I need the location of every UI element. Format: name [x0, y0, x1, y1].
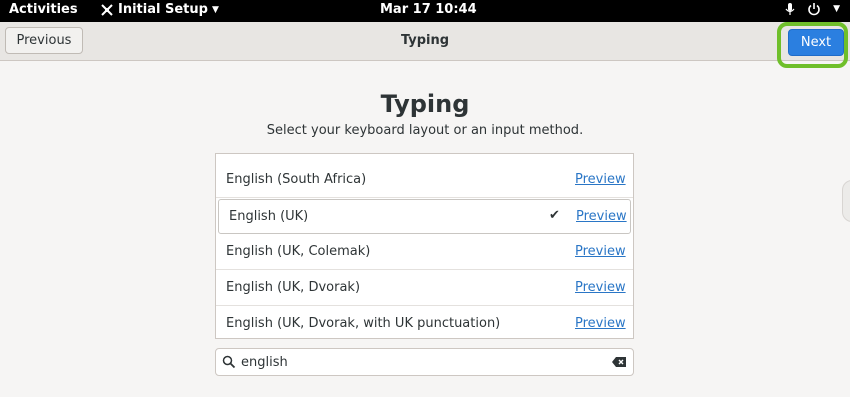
- header-title: Typing: [400, 33, 450, 48]
- system-menu[interactable]: ▼: [785, 2, 840, 16]
- preview-link[interactable]: Preview: [576, 209, 627, 224]
- preview-link[interactable]: Preview: [575, 280, 626, 295]
- layout-name: English (South Africa): [226, 172, 367, 187]
- layout-name: English (UK, Colemak): [226, 244, 371, 259]
- activities-button[interactable]: Activities: [9, 2, 78, 17]
- top-bar: Activities Initial Setup ▼ Mar 17 10:44 …: [0, 0, 850, 22]
- layout-name: English (UK): [229, 209, 309, 224]
- page-title: Typing: [380, 90, 470, 118]
- chevron-down-icon: ▼: [211, 4, 219, 15]
- clock[interactable]: Mar 17 10:44: [380, 2, 477, 17]
- clear-icon[interactable]: [611, 355, 627, 369]
- power-icon: [808, 3, 820, 16]
- search-icon: [222, 355, 236, 369]
- preview-link[interactable]: Preview: [575, 172, 626, 187]
- preview-link[interactable]: Preview: [575, 316, 626, 331]
- tools-icon: [101, 3, 113, 16]
- layout-name: English (UK, Dvorak, with UK punctuation…: [226, 316, 501, 331]
- list-item[interactable]: English (South Africa) Preview: [216, 163, 633, 198]
- app-menu[interactable]: Initial Setup ▼: [100, 2, 219, 17]
- scroll-handle[interactable]: [842, 180, 850, 222]
- page-subtitle: Select your keyboard layout or an input …: [266, 123, 584, 138]
- checkmark-icon: ✔: [549, 208, 560, 223]
- app-name: Initial Setup: [118, 2, 208, 17]
- list-item[interactable]: English (UK, Colemak) Preview: [216, 235, 633, 270]
- search-input[interactable]: english: [241, 355, 288, 370]
- next-button[interactable]: Next: [788, 29, 844, 56]
- list-item[interactable]: English (UK, Dvorak) Preview: [216, 271, 633, 306]
- header-bar: Previous Typing: [0, 22, 850, 61]
- layout-list[interactable]: English (South Africa) Preview English (…: [215, 153, 634, 339]
- search-field[interactable]: english: [215, 348, 634, 376]
- chevron-down-icon: ▼: [833, 4, 840, 14]
- microphone-icon: [785, 3, 795, 15]
- list-item[interactable]: English (UK, Dvorak, with UK punctuation…: [216, 307, 633, 338]
- preview-link[interactable]: Preview: [575, 244, 626, 259]
- layout-name: English (UK, Dvorak): [226, 280, 361, 295]
- list-item[interactable]: English (UK) ✔ Preview: [218, 199, 631, 234]
